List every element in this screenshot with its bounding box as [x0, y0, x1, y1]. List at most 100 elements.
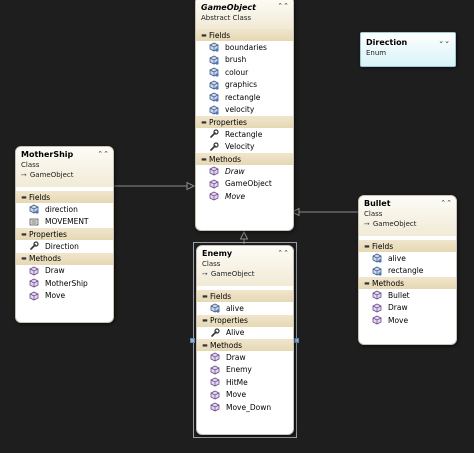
method-cube-icon — [210, 365, 220, 375]
method-item[interactable]: GameObject — [196, 178, 293, 191]
member-label: alive — [226, 303, 244, 313]
mothership-properties-section[interactable]: ▬ Properties — [16, 228, 113, 240]
mothership-fields-section[interactable]: ▬ Fields — [16, 191, 113, 203]
gameobject-fields-section[interactable]: ▬ Fields — [196, 29, 293, 41]
double-chevron-icon[interactable]: ⌃⌃ — [277, 249, 289, 257]
field-cube-icon — [209, 92, 219, 102]
method-item[interactable]: Move — [197, 389, 293, 402]
property-item[interactable]: Rectangle — [196, 128, 293, 141]
member-label: rectangle — [225, 92, 261, 102]
mothership-inheritance-arrowhead — [186, 181, 196, 191]
mothership-methods-section[interactable]: ▬ Methods — [16, 252, 113, 265]
gameobject-methods-list: Draw GameObject Move — [196, 165, 293, 203]
enemy-methods-list: Draw Enemy HitMe Move Move_Down — [197, 351, 293, 414]
field-item[interactable]: brush — [196, 54, 293, 67]
method-item[interactable]: Move — [16, 290, 113, 303]
section-label: Fields — [372, 241, 394, 251]
member-label: graphics — [225, 80, 258, 90]
method-cube-icon — [210, 390, 220, 400]
gameobject-header[interactable]: GameObject Abstract Class ⌃⌃ — [196, 0, 293, 29]
mothership-class-shape[interactable]: MotherShip Class ➙ GameObject ⌃⌃ ▬ Field… — [15, 146, 114, 323]
enemy-class-shape[interactable]: Enemy Class ➙ GameObject ⌃⌃ ▬ Fields ali… — [196, 245, 294, 435]
method-item[interactable]: Bullet — [359, 289, 456, 302]
field-cube-icon — [209, 42, 219, 52]
double-chevron-icon[interactable]: ⌃⌃ — [277, 2, 289, 10]
field-cube-icon — [209, 67, 219, 77]
method-cube-icon — [209, 191, 219, 201]
method-item[interactable]: Draw — [359, 302, 456, 315]
method-item[interactable]: MotherShip — [16, 277, 113, 290]
bullet-class-shape[interactable]: Bullet Class ➙ GameObject ⌃⌃ ▬ Fields al… — [358, 195, 457, 345]
mothership-base: ➙ GameObject — [21, 170, 109, 180]
bullet-methods-section[interactable]: ▬ Methods — [359, 277, 456, 289]
method-item[interactable]: Enemy — [197, 364, 293, 377]
field-item[interactable]: MOVEMENT — [16, 216, 113, 229]
collapse-toggle-icon[interactable]: ▬ — [19, 231, 29, 238]
collapse-toggle-icon[interactable]: ▬ — [362, 243, 372, 250]
double-chevron-icon[interactable]: ⌃⌃ — [440, 199, 452, 207]
method-cube-icon — [210, 377, 220, 387]
property-item[interactable]: Direction — [16, 240, 113, 253]
field-item[interactable]: velocity — [196, 104, 293, 117]
field-item[interactable]: boundaries — [196, 41, 293, 54]
selection-handle-left[interactable] — [190, 338, 195, 343]
method-cube-icon — [372, 315, 382, 325]
selection-handle-right[interactable] — [294, 338, 299, 343]
bullet-header[interactable]: Bullet Class ➙ GameObject ⌃⌃ — [359, 196, 456, 236]
collapse-toggle-icon[interactable]: ▬ — [199, 156, 209, 163]
member-label: direction — [45, 204, 78, 214]
gameobject-properties-section[interactable]: ▬ Properties — [196, 116, 293, 128]
method-cube-icon — [29, 278, 39, 288]
collapse-toggle-icon[interactable]: ▬ — [19, 255, 29, 262]
direction-enum-shape[interactable]: Direction Enum ⌄⌄ — [360, 32, 456, 67]
method-item[interactable]: Move — [359, 314, 456, 327]
enemy-methods-section[interactable]: ▬ Methods — [197, 339, 293, 351]
double-chevron-icon[interactable]: ⌃⌃ — [97, 150, 109, 158]
collapse-toggle-icon[interactable]: ▬ — [362, 280, 372, 287]
method-item[interactable]: HitMe — [197, 376, 293, 389]
collapse-toggle-icon[interactable]: ▬ — [199, 32, 209, 39]
property-item[interactable]: Alive — [197, 327, 293, 340]
method-item[interactable]: Draw — [197, 351, 293, 364]
double-chevron-icon[interactable]: ⌄⌄ — [438, 37, 450, 45]
method-item[interactable]: Draw — [16, 265, 113, 278]
base-class-label: GameObject — [29, 171, 74, 179]
field-item[interactable]: alive — [197, 302, 293, 315]
section-label: Methods — [210, 340, 243, 350]
member-label: Move — [226, 390, 247, 400]
member-label: Alive — [226, 328, 245, 338]
collapse-toggle-icon[interactable]: ▬ — [199, 119, 209, 126]
method-item[interactable]: Draw — [196, 165, 293, 178]
wrench-icon — [29, 241, 39, 251]
base-class-label: GameObject — [210, 270, 255, 278]
bullet-kind: Class — [364, 210, 383, 218]
member-label: colour — [225, 67, 249, 77]
field-item[interactable]: graphics — [196, 79, 293, 92]
mothership-kind: Class — [21, 161, 40, 169]
enemy-header[interactable]: Enemy Class ➙ GameObject ⌃⌃ — [197, 246, 293, 286]
field-item[interactable]: rectangle — [359, 265, 456, 278]
field-cube-icon — [372, 266, 382, 276]
field-item[interactable]: rectangle — [196, 91, 293, 104]
method-cube-icon — [29, 291, 39, 301]
field-item[interactable]: direction — [16, 203, 113, 216]
method-item[interactable]: Move_Down — [197, 401, 293, 414]
collapse-toggle-icon[interactable]: ▬ — [200, 342, 210, 349]
collapse-toggle-icon[interactable]: ▬ — [200, 293, 210, 300]
gameobject-methods-section[interactable]: ▬ Methods — [196, 153, 293, 165]
field-item[interactable]: alive — [359, 252, 456, 265]
field-cube-icon — [29, 204, 39, 214]
field-item[interactable]: colour — [196, 66, 293, 79]
property-item[interactable]: Velocity — [196, 141, 293, 154]
gameobject-class-shape[interactable]: GameObject Abstract Class ⌃⌃ ▬ Fields bo… — [195, 0, 294, 231]
collapse-toggle-icon[interactable]: ▬ — [19, 194, 29, 201]
collapse-toggle-icon[interactable]: ▬ — [200, 317, 210, 324]
member-label: GameObject — [225, 179, 272, 189]
bullet-fields-section[interactable]: ▬ Fields — [359, 240, 456, 252]
method-item[interactable]: Move — [196, 190, 293, 203]
member-label: Move — [225, 191, 246, 201]
enemy-properties-section[interactable]: ▬ Properties — [197, 314, 293, 327]
mothership-header[interactable]: MotherShip Class ➙ GameObject ⌃⌃ — [16, 147, 113, 187]
enemy-fields-section[interactable]: ▬ Fields — [197, 290, 293, 302]
direction-kind: Enum — [366, 49, 387, 57]
